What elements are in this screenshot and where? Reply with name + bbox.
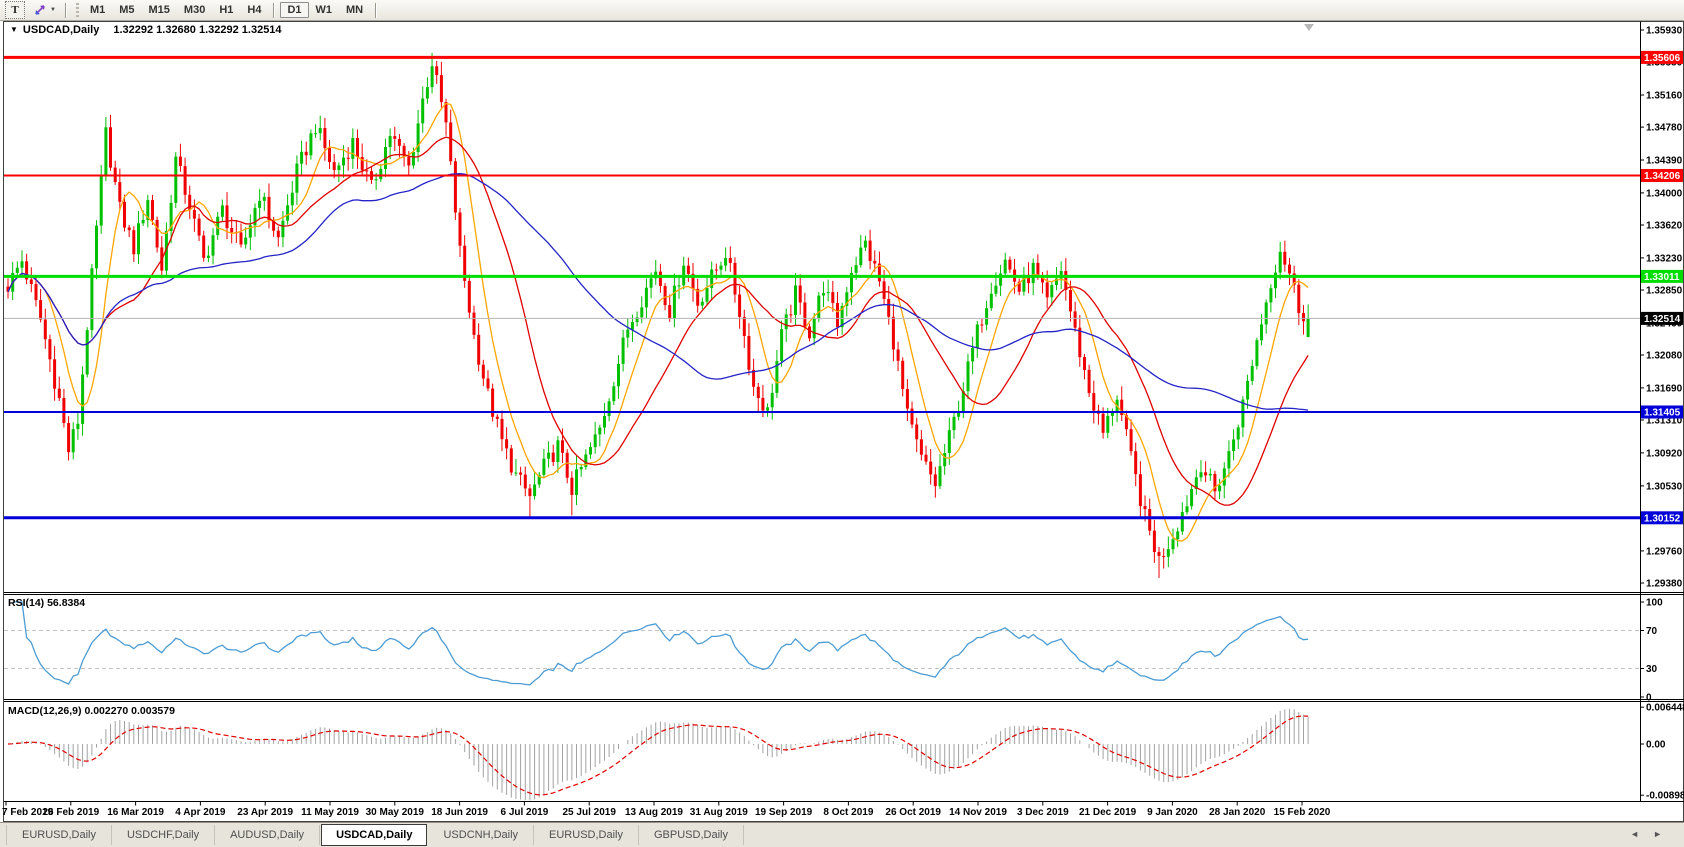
timeframe-m1-button[interactable]: M1 — [83, 2, 112, 18]
price-tick-label: 1.32080 — [1646, 351, 1683, 362]
macd-histogram — [8, 709, 1308, 801]
diagonal-arrows-icon — [33, 3, 48, 17]
timeframe-w1-button[interactable]: W1 — [309, 2, 340, 18]
symbol-tab-bar: EURUSD,DailyUSDCHF,DailyAUDUSD,DailyUSDC… — [0, 822, 1684, 847]
tab-scroll-left-icon[interactable]: ◄ — [1630, 829, 1639, 839]
axis-price-label: 1.33011 — [1644, 272, 1680, 283]
date-tick-label: 31 Aug 2019 — [690, 807, 748, 818]
chart-title-symbol: USDCAD,Daily — [23, 24, 99, 36]
macd-panel[interactable] — [8, 709, 1308, 801]
rsi-panel[interactable] — [4, 602, 1640, 685]
price-tick-label: 1.35930 — [1646, 26, 1683, 37]
date-tick-label: 19 Sep 2019 — [755, 807, 813, 818]
candlesticks — [7, 53, 1310, 578]
price-tick-label: 1.34780 — [1646, 123, 1683, 134]
symbol-dropdown-icon[interactable]: ▼ — [10, 25, 18, 34]
trading-terminal: { "toolbar": { "text_tool_label": "T", "… — [0, 0, 1684, 847]
tab-audusd-2[interactable]: AUDUSD,Daily — [215, 825, 320, 845]
price-tick-label: 1.29760 — [1646, 546, 1683, 557]
tab-usdchf-1[interactable]: USDCHF,Daily — [112, 825, 215, 845]
axis-price-label: 1.32514 — [1644, 314, 1681, 325]
date-tick-label: 30 May 2019 — [366, 807, 425, 818]
tab-scroll-controls: ◄ ► — [1630, 829, 1662, 839]
date-tick-label: 6 Jul 2019 — [500, 807, 548, 818]
macd-tick-label: 0.006448 — [1646, 703, 1684, 714]
timeframe-h1-button[interactable]: H1 — [212, 2, 240, 18]
date-tick-label: 9 Jan 2020 — [1147, 807, 1198, 818]
axes-layer: 1.359301.355501.351601.347801.343901.340… — [2, 22, 1684, 822]
price-tick-label: 1.34000 — [1646, 188, 1683, 199]
timeframe-m30-button[interactable]: M30 — [177, 2, 212, 18]
macd-signal-line — [8, 716, 1308, 795]
tab-gbpusd-6[interactable]: GBPUSD,Daily — [639, 825, 744, 845]
timeframe-h4-button[interactable]: H4 — [240, 2, 268, 18]
date-tick-label: 18 Jun 2019 — [431, 807, 488, 818]
ma-fast-orange-line — [8, 103, 1308, 541]
text-tool-button[interactable]: T — [5, 1, 25, 19]
tab-eurusd-0[interactable]: EURUSD,Daily — [6, 825, 112, 845]
axis-price-label: 1.35606 — [1644, 53, 1681, 64]
timeframe-m15-button[interactable]: M15 — [142, 2, 177, 18]
date-tick-label: 26 Feb 2019 — [42, 807, 99, 818]
ma-mid-red-line — [8, 137, 1308, 505]
arrows-dropdown-caret-icon[interactable]: ▼ — [50, 7, 56, 13]
chart-shift-marker[interactable] — [1304, 24, 1314, 31]
price-tick-label: 1.33230 — [1646, 253, 1683, 264]
axis-price-label: 1.31405 — [1644, 408, 1681, 419]
symbol-tabs: EURUSD,DailyUSDCHF,DailyAUDUSD,DailyUSDC… — [6, 823, 744, 847]
date-tick-label: 16 Mar 2019 — [107, 807, 164, 818]
date-tick-label: 23 Apr 2019 — [237, 807, 293, 818]
chart-title: ▼ USDCAD,Daily 1.32292 1.32680 1.32292 1.3… — [10, 24, 282, 36]
toolbar-separator — [65, 3, 67, 18]
toolbar-separator — [375, 3, 377, 18]
date-tick-label: 15 Feb 2020 — [1274, 807, 1331, 818]
toolbar-drag-handle[interactable] — [76, 3, 79, 17]
timeframe-buttons: M1M5M15M30H1H4 D1W1MN — [83, 2, 382, 18]
date-tick-label: 4 Apr 2019 — [175, 807, 226, 818]
timeframe-mn-button[interactable]: MN — [339, 2, 370, 18]
date-tick-label: 11 May 2019 — [301, 807, 359, 818]
chart-window[interactable]: 1.359301.355501.351601.347801.343901.340… — [0, 21, 1684, 822]
axis-price-label: 1.30152 — [1644, 513, 1681, 524]
price-tick-label: 1.33620 — [1646, 221, 1683, 232]
price-tick-label: 1.29380 — [1646, 579, 1683, 590]
price-tick-label: 1.35160 — [1646, 91, 1683, 102]
tab-scroll-right-icon[interactable]: ► — [1653, 829, 1662, 839]
date-tick-label: 21 Dec 2019 — [1079, 807, 1137, 818]
tab-eurusd-5[interactable]: EURUSD,Daily — [534, 825, 639, 845]
date-tick-label: 14 Nov 2019 — [949, 807, 1007, 818]
rsi-tick-label: 70 — [1646, 626, 1658, 637]
main-price-panel[interactable] — [4, 24, 1640, 578]
date-tick-label: 26 Oct 2019 — [885, 807, 941, 818]
draw-arrows-button[interactable] — [31, 2, 49, 18]
macd-tick-label: -0.008982 — [1646, 791, 1684, 802]
top-toolbar: T ▼ M1M5M15M30H1H4 D1W1MN — [0, 0, 1684, 21]
ma-slow-blue-line — [8, 174, 1308, 410]
rsi-tick-label: 30 — [1646, 664, 1658, 675]
chart-canvas[interactable]: 1.359301.355501.351601.347801.343901.340… — [0, 21, 1684, 822]
timeframe-d1-button[interactable]: D1 — [280, 2, 308, 18]
rsi-indicator-label: RSI(14) 56.8384 — [8, 597, 85, 609]
price-tick-label: 1.30530 — [1646, 481, 1683, 492]
price-tick-label: 1.32850 — [1646, 286, 1683, 297]
chart-title-ohlc: 1.32292 1.32680 1.32292 1.32514 — [113, 24, 281, 36]
date-tick-label: 25 Jul 2019 — [563, 807, 617, 818]
rsi-line — [13, 602, 1308, 685]
timeframe-m5-button[interactable]: M5 — [112, 2, 141, 18]
price-tick-label: 1.30920 — [1646, 448, 1683, 459]
date-tick-label: 3 Dec 2019 — [1017, 807, 1069, 818]
price-tick-label: 1.31690 — [1646, 383, 1683, 394]
tab-usdcnh-4[interactable]: USDCNH,Daily — [428, 825, 534, 845]
axis-price-label: 1.34206 — [1644, 171, 1681, 182]
text-tool-icon: T — [11, 4, 18, 16]
price-tick-label: 1.34390 — [1646, 156, 1683, 167]
date-tick-label: 28 Jan 2020 — [1209, 807, 1266, 818]
macd-tick-label: 0.00 — [1646, 740, 1666, 751]
toolbar-separator — [273, 3, 275, 18]
date-tick-label: 8 Oct 2019 — [823, 807, 873, 818]
rsi-tick-label: 100 — [1646, 598, 1663, 609]
tab-usdcad-3[interactable]: USDCAD,Daily — [321, 824, 427, 846]
date-tick-label: 13 Aug 2019 — [625, 807, 683, 818]
macd-indicator-label: MACD(12,26,9) 0.002270 0.003579 — [8, 705, 175, 717]
